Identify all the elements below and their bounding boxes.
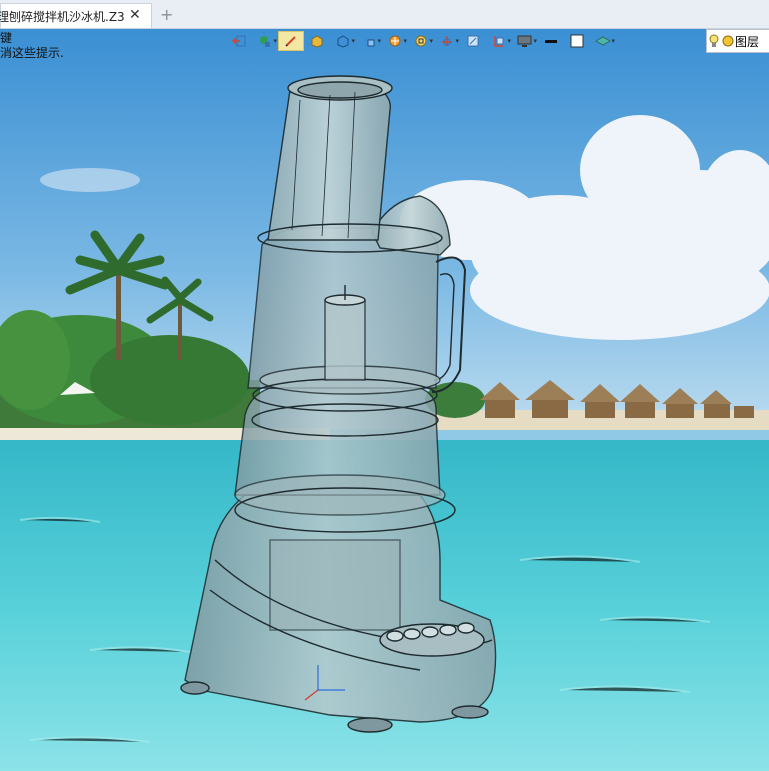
hint-line: 消这些提示. [0, 46, 64, 60]
exit-icon[interactable] [226, 31, 252, 51]
layer-color-icon [722, 35, 734, 47]
background-color-icon[interactable] [564, 31, 590, 51]
layer-label: 图层 [735, 34, 760, 49]
frame-view-icon[interactable] [460, 31, 486, 51]
document-tab[interactable]: 理刨碎搅拌机沙冰机.Z3 ✕ [0, 3, 152, 28]
shaded-box-icon[interactable] [304, 31, 330, 51]
axis-tripod-icon[interactable]: ▾ [434, 31, 460, 51]
document-tab-title: 理刨碎搅拌机沙冰机.Z3 [0, 10, 125, 24]
hint-overlay: 键 消这些提示. [0, 31, 64, 61]
layer-selector[interactable]: 图层 [706, 29, 769, 53]
zoom-fit-icon[interactable]: ▾ [408, 31, 434, 51]
section-plane-icon[interactable]: ▾ [486, 31, 512, 51]
close-icon[interactable]: ✕ [129, 7, 141, 23]
document-tab-bar: 理刨碎搅拌机沙冰机.Z3 ✕ + [0, 0, 769, 29]
hint-line: 键 [0, 31, 13, 45]
view-cube-icon[interactable]: ▾ [356, 31, 382, 51]
view-toolbar: ▾ ▾ ▾ ▾ ▾ ▾ ▾ ▾ ▾ [226, 30, 616, 52]
lightbulb-icon [709, 34, 719, 47]
monitor-display-icon[interactable]: ▾ [512, 31, 538, 51]
line-color-icon[interactable] [538, 31, 564, 51]
sketch-pen-icon[interactable] [278, 31, 304, 51]
shaded-cube-icon[interactable]: ▾ [330, 31, 356, 51]
add-tab-icon[interactable]: + [160, 5, 173, 24]
3d-viewport[interactable] [0, 29, 769, 771]
layer-stack-icon[interactable]: ▾ [590, 31, 616, 51]
section-color-icon[interactable]: ▾ [382, 31, 408, 51]
render-mode-icon[interactable]: ▾ [252, 31, 278, 51]
scene-render [0, 29, 769, 771]
